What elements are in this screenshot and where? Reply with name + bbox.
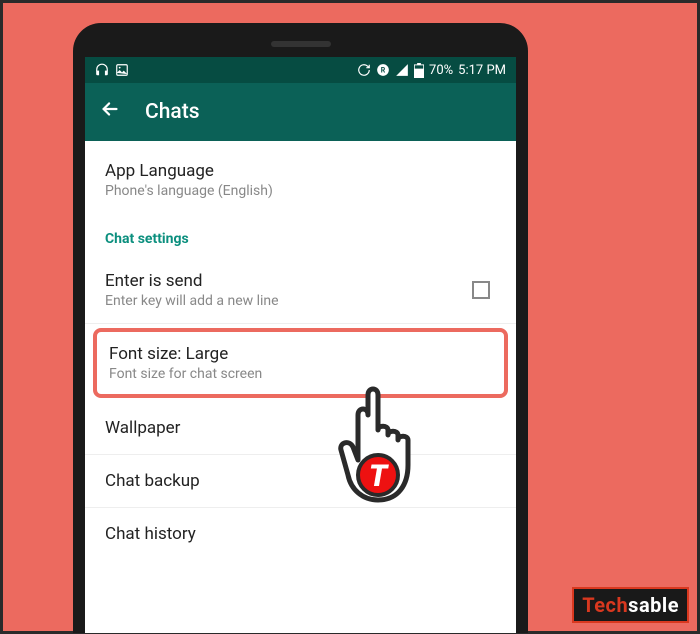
font-size-subtitle: Font size for chat screen xyxy=(109,366,492,382)
phone-frame: R 70% 5:17 PM Chats App Language Ph xyxy=(73,23,528,633)
watermark-part2: sable xyxy=(628,593,679,617)
font-size-title: Font size: Large xyxy=(109,344,492,364)
back-arrow-icon[interactable] xyxy=(99,98,121,126)
watermark-part1: Tech xyxy=(582,593,628,617)
enter-send-title: Enter is send xyxy=(105,271,279,291)
enter-send-subtitle: Enter key will add a new line xyxy=(105,293,279,309)
signal-icon xyxy=(395,63,409,77)
clock-time: 5:17 PM xyxy=(458,63,506,78)
battery-icon xyxy=(414,63,424,78)
enter-is-send-setting[interactable]: Enter is send Enter key will add a new l… xyxy=(85,257,516,324)
status-bar: R 70% 5:17 PM xyxy=(85,57,516,83)
app-bar: Chats xyxy=(85,83,516,141)
phone-speaker xyxy=(271,41,331,47)
status-bar-left xyxy=(95,63,129,77)
chat-backup-setting[interactable]: Chat backup xyxy=(85,455,516,508)
font-size-setting[interactable]: Font size: Large Font size for chat scre… xyxy=(93,328,508,398)
rakuten-icon: R xyxy=(376,63,390,77)
status-bar-right: R 70% 5:17 PM xyxy=(357,63,506,78)
page-title: Chats xyxy=(145,100,200,124)
battery-percent: 70% xyxy=(429,63,453,78)
refresh-icon xyxy=(357,63,371,77)
headphones-icon xyxy=(95,63,109,77)
app-language-subtitle: Phone's language (English) xyxy=(105,183,496,199)
svg-text:R: R xyxy=(381,66,386,74)
wallpaper-setting[interactable]: Wallpaper xyxy=(85,402,516,455)
phone-screen: R 70% 5:17 PM Chats App Language Ph xyxy=(85,57,516,633)
enter-send-checkbox[interactable] xyxy=(472,281,490,299)
watermark-logo: Techsable xyxy=(572,587,689,623)
app-language-title: App Language xyxy=(105,161,496,181)
image-icon xyxy=(115,63,129,77)
chat-history-setting[interactable]: Chat history xyxy=(85,508,516,560)
settings-content: App Language Phone's language (English) … xyxy=(85,141,516,560)
chat-settings-header: Chat settings xyxy=(85,213,516,257)
app-language-setting[interactable]: App Language Phone's language (English) xyxy=(85,141,516,213)
